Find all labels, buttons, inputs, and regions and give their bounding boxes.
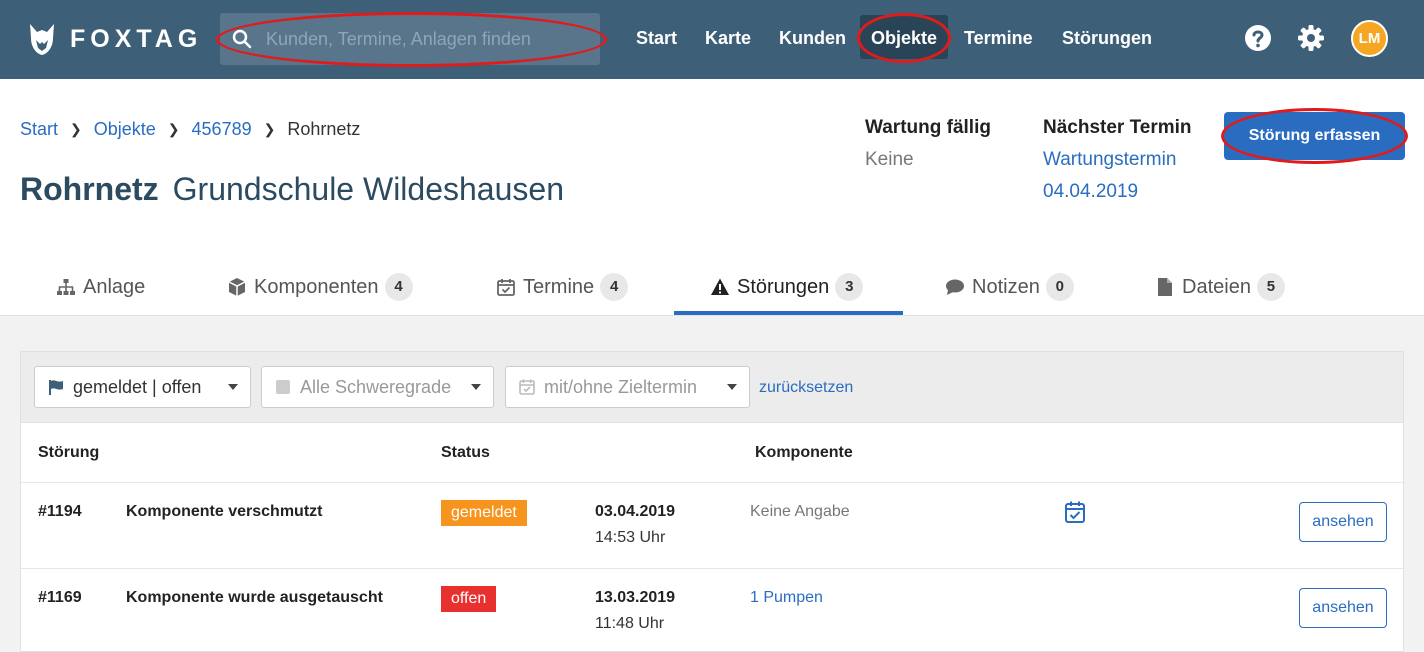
sitemap-icon [57,279,75,295]
calendar-check-icon [1065,501,1085,523]
chevron-right-icon: ❯ [263,121,276,137]
view-fault-button[interactable]: ansehen [1299,502,1387,542]
fault-time: 11:48 Uhr [595,615,665,632]
search-box[interactable] [220,13,600,65]
fault-date: 03.04.2019 [595,503,676,520]
search-input[interactable] [266,13,586,65]
chevron-right-icon: ❯ [167,121,180,137]
top-navigation-bar: FOXTAG Start Karte Kunden Objekte Termin… [0,0,1424,79]
tab-count-badge: 3 [835,273,864,301]
tab-label: Termine [523,275,595,298]
faults-panel: gemeldet | offen Alle Schweregrade mit/o… [20,351,1404,652]
tab-count-badge: 5 [1256,273,1285,301]
tab-count-badge: 4 [600,273,629,301]
caret-down-icon [228,384,238,390]
breadcrumb: Start ❯ Objekte ❯ 456789 ❯ Rohrnetz [20,119,360,140]
severity-filter-value: Alle Schweregrade [300,376,452,397]
status-badge: offen [441,586,497,612]
breadcrumb-current: Rohrnetz [287,119,361,139]
table-row[interactable]: #1169 Komponente wurde ausgetauscht offe… [21,568,1403,652]
severity-filter-dropdown[interactable]: Alle Schweregrade [261,366,494,408]
cube-icon [228,278,246,296]
tab-count-badge: 0 [1045,273,1074,301]
next-appointment-label: Nächster Termin [1043,117,1192,138]
status-filter-dropdown[interactable]: gemeldet | offen [34,366,251,408]
nav-item-start[interactable]: Start [636,28,677,49]
nav-item-kunden[interactable]: Kunden [779,28,846,49]
nav-item-termine[interactable]: Termine [964,28,1033,49]
fault-time: 14:53 Uhr [595,529,666,546]
flag-icon [49,380,63,395]
calendar-check-icon [497,279,515,296]
calendar-check-icon [519,379,535,395]
column-header-component: Komponente [755,444,853,461]
maintenance-due-value: Keine [865,149,914,170]
user-avatar[interactable]: LM [1351,20,1388,57]
fault-date: 13.03.2019 [595,589,676,606]
nav-item-objekte[interactable]: Objekte [871,28,937,49]
column-header-status: Status [441,444,490,461]
tab-label: Dateien [1182,275,1251,298]
maintenance-due-label: Wartung fällig [865,117,991,138]
column-header-fault: Störung [38,444,100,461]
page-title: Rohrnetz Grundschule Wildeshausen [20,171,564,208]
component-value: Keine Angabe [750,503,850,520]
page-title-main: Rohrnetz [20,171,159,207]
nav-item-stoerungen[interactable]: Störungen [1062,28,1152,49]
breadcrumb-object-id[interactable]: 456789 [192,119,252,140]
caret-down-icon [727,384,737,390]
fault-id: #1194 [38,503,82,520]
tab-termine[interactable]: Termine 4 [496,259,629,315]
page-title-location: Grundschule Wildeshausen [172,171,564,207]
tab-anlage[interactable]: Anlage [56,259,145,315]
logo-text: FOXTAG [70,24,203,53]
next-appointment-type-link[interactable]: Wartungstermin [1043,149,1176,171]
reset-filters-link[interactable]: zurücksetzen [759,379,853,397]
tab-label: Komponenten [254,275,379,298]
fault-title: Komponente verschmutzt [126,503,323,520]
square-icon [276,380,290,394]
active-tab-indicator [674,311,903,315]
fault-title: Komponente wurde ausgetauscht [126,589,383,606]
tab-komponenten[interactable]: Komponenten 4 [227,259,413,315]
tab-label: Anlage [83,275,146,298]
tab-label: Störungen [737,275,830,298]
filter-bar: gemeldet | offen Alle Schweregrade mit/o… [21,352,1403,423]
warning-icon [711,278,729,295]
breadcrumb-start[interactable]: Start [20,119,58,140]
create-fault-button[interactable]: Störung erfassen [1224,112,1405,160]
caret-down-icon [471,384,481,390]
chevron-right-icon: ❯ [70,121,82,137]
component-link[interactable]: 1 Pumpen [750,589,823,607]
breadcrumb-objekte[interactable]: Objekte [94,119,156,140]
status-filter-value: gemeldet | offen [73,376,202,397]
comment-icon [946,279,964,295]
deadline-filter-dropdown[interactable]: mit/ohne Zieltermin [505,366,750,408]
status-badge: gemeldet [441,500,527,526]
fault-id: #1169 [38,589,82,606]
tab-dateien[interactable]: Dateien 5 [1155,259,1285,315]
search-icon [232,29,252,49]
gear-icon[interactable] [1297,24,1325,52]
tab-label: Notizen [972,275,1040,298]
table-row[interactable]: #1194 Komponente verschmutzt gemeldet 03… [21,482,1403,568]
nav-item-karte[interactable]: Karte [705,28,751,49]
view-fault-button[interactable]: ansehen [1299,588,1387,628]
help-icon[interactable] [1244,24,1272,52]
object-header: Start ❯ Objekte ❯ 456789 ❯ Rohrnetz Rohr… [0,79,1424,316]
fox-logo-icon [30,24,54,55]
next-appointment-date-link[interactable]: 04.04.2019 [1043,181,1138,203]
tab-count-badge: 4 [384,273,413,301]
deadline-filter-value: mit/ohne Zieltermin [544,376,698,397]
tab-notizen[interactable]: Notizen 0 [945,259,1074,315]
tab-stoerungen[interactable]: Störungen 3 [710,259,864,315]
logo[interactable]: FOXTAG [26,22,202,56]
file-icon [1158,278,1172,296]
